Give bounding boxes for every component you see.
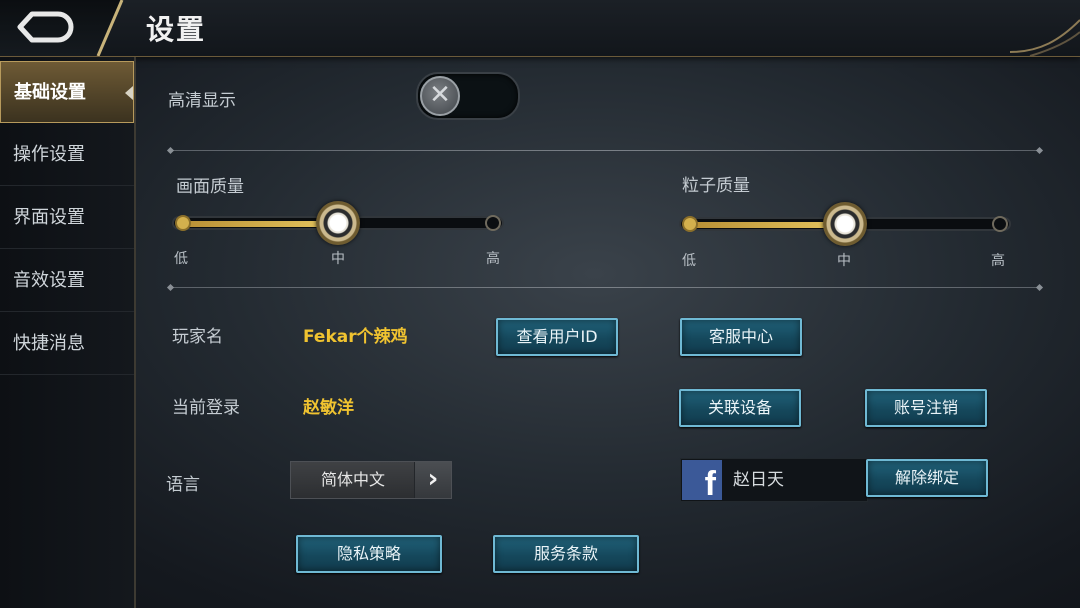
player-name-label: 玩家名 bbox=[172, 327, 223, 347]
slider-stop-high[interactable] bbox=[992, 216, 1008, 232]
facebook-icon: f bbox=[682, 460, 722, 503]
sidebar: 基础设置 操作设置 界面设置 音效设置 快捷消息 bbox=[0, 57, 136, 608]
header-separator bbox=[96, 0, 124, 56]
language-value: 简体中文 bbox=[320, 470, 385, 489]
page-title: 设置 bbox=[146, 13, 207, 46]
current-login-label: 当前登录 bbox=[172, 398, 240, 418]
chevron-right-icon[interactable]: › bbox=[414, 462, 451, 498]
current-login-value: 赵敏洋 bbox=[303, 398, 354, 418]
delete-account-button[interactable]: 账号注销 bbox=[865, 389, 987, 427]
unbind-button[interactable]: 解除绑定 bbox=[866, 459, 988, 497]
tick-high: 高 bbox=[486, 251, 500, 267]
language-label: 语言 bbox=[166, 475, 200, 495]
facebook-account-row: f 赵日天 bbox=[680, 458, 868, 503]
tick-mid: 中 bbox=[837, 253, 851, 269]
player-name-value: Fekar个辣鸡 bbox=[303, 327, 408, 347]
divider bbox=[170, 150, 1040, 151]
back-arrow-icon[interactable] bbox=[14, 10, 76, 44]
header-bar: 设置 bbox=[0, 0, 1080, 57]
slider-thumb[interactable] bbox=[316, 201, 360, 245]
tick-high: 高 bbox=[991, 253, 1005, 269]
sidebar-item-basic[interactable]: 基础设置 bbox=[0, 61, 134, 123]
tick-low: 低 bbox=[174, 251, 188, 267]
particle-quality-slider[interactable] bbox=[679, 202, 1011, 246]
close-icon: ✕ bbox=[420, 76, 460, 116]
tick-low: 低 bbox=[682, 253, 696, 269]
slider-fill bbox=[683, 222, 843, 228]
hd-display-toggle[interactable]: ✕ bbox=[416, 72, 520, 120]
link-device-button[interactable]: 关联设备 bbox=[679, 389, 801, 427]
slider-fill bbox=[176, 221, 336, 227]
language-selector[interactable]: 简体中文 › bbox=[290, 461, 452, 499]
slider-thumb[interactable] bbox=[823, 202, 867, 246]
image-quality-slider[interactable] bbox=[172, 201, 504, 245]
tick-mid: 中 bbox=[331, 251, 345, 267]
sidebar-item-controls[interactable]: 操作设置 bbox=[0, 124, 134, 186]
hd-display-label: 高清显示 bbox=[168, 91, 236, 111]
image-quality-label: 画面质量 bbox=[176, 177, 244, 197]
particle-quality-label: 粒子质量 bbox=[682, 176, 750, 196]
sidebar-item-sound[interactable]: 音效设置 bbox=[0, 250, 134, 312]
facebook-name: 赵日天 bbox=[733, 470, 784, 490]
corner-ornament bbox=[1010, 19, 1080, 56]
divider bbox=[170, 287, 1040, 288]
privacy-policy-button[interactable]: 隐私策略 bbox=[296, 535, 442, 573]
customer-service-button[interactable]: 客服中心 bbox=[680, 318, 802, 356]
slider-stop-low[interactable] bbox=[175, 215, 191, 231]
view-user-id-button[interactable]: 查看用户ID bbox=[496, 318, 618, 356]
slider-stop-high[interactable] bbox=[485, 215, 501, 231]
sidebar-item-quick-messages[interactable]: 快捷消息 bbox=[0, 313, 134, 375]
slider-stop-low[interactable] bbox=[682, 216, 698, 232]
terms-of-service-button[interactable]: 服务条款 bbox=[493, 535, 639, 573]
sidebar-item-interface[interactable]: 界面设置 bbox=[0, 187, 134, 249]
